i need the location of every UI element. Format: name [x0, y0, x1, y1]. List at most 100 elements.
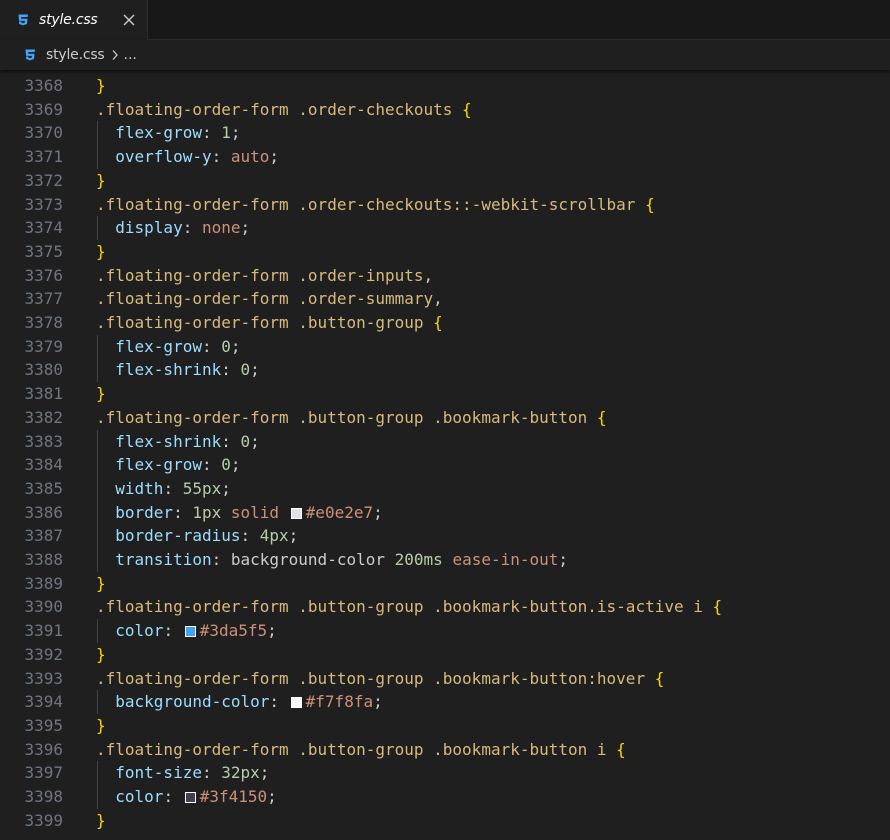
- token-sel: .floating-order-form .button-group: [96, 313, 434, 332]
- code-editor[interactable]: ​ 3368}3369.floating-order-form .order-c…: [0, 70, 890, 840]
- code-line[interactable]: 3386 border: 1px solid #e0e2e7;: [0, 500, 890, 525]
- code-line[interactable]: 3385 width: 55px;: [0, 476, 890, 501]
- code-line[interactable]: 3382 .floating-order-form .button-group .…: [0, 406, 890, 430]
- code-line[interactable]: 3398 color: #3f4150;: [0, 785, 890, 809]
- color-swatch[interactable]: [184, 626, 196, 638]
- code-line[interactable]: 3390 .floating-order-form .button-group .…: [0, 595, 890, 619]
- indent-guide: [97, 121, 98, 146]
- token-num: 0: [221, 455, 231, 475]
- token-punc: :: [163, 787, 183, 806]
- code-line[interactable]: 3378 .floating-order-form .button-group {: [0, 311, 890, 335]
- code-line[interactable]: 3379 flex-grow: 0;: [0, 334, 890, 359]
- code-line[interactable]: 3381}: [0, 382, 890, 406]
- line-number: 3390: [24, 597, 63, 617]
- token-punc: ,: [433, 289, 443, 309]
- token-punc: :: [269, 692, 289, 712]
- code-line[interactable]: 3370 flex-grow: 1;: [0, 121, 890, 146]
- code-line[interactable]: 3371 overflow-y: auto;: [0, 145, 890, 170]
- color-swatch[interactable]: [184, 792, 196, 803]
- token-prop: background-color: [115, 692, 270, 712]
- breadcrumb-file[interactable]: style.css: [46, 47, 105, 63]
- code-text: font-size: 32px;: [96, 761, 269, 785]
- code-line[interactable]: 3380 flex-shrink: 0;: [0, 358, 890, 383]
- code-line[interactable]: 3387 border-radius: 4px;: [0, 524, 890, 549]
- code-line[interactable]: 3377 .floating-order-form .order-summary,: [0, 287, 890, 311]
- code-line[interactable]: 3389}: [0, 572, 890, 596]
- code-line[interactable]: 3395}: [0, 714, 890, 738]
- code-line[interactable]: 3397 font-size: 32px;: [0, 761, 890, 786]
- code-text: }: [96, 572, 106, 596]
- code-line[interactable]: 3372}: [0, 169, 890, 193]
- token-punc: :: [163, 478, 183, 498]
- line-number: 3394: [24, 692, 63, 712]
- code-line[interactable]: 3375}: [0, 240, 890, 264]
- color-swatch[interactable]: [290, 697, 302, 709]
- token-punc: :: [240, 526, 260, 546]
- code-line[interactable]: 3396 .floating-order-form .button-group .…: [0, 738, 890, 762]
- indent-guide: [97, 358, 98, 383]
- token-punc: ;: [250, 360, 260, 380]
- code-text: flex-grow: 1;: [96, 121, 240, 145]
- token-prop: font-size: [115, 763, 202, 783]
- token-punc: :: [221, 360, 241, 380]
- editor-tab-bar: style.css: [0, 0, 890, 40]
- breadcrumb: style.css ...: [0, 40, 890, 70]
- code-line[interactable]: 3383 flex-shrink: 0;: [0, 429, 890, 454]
- line-number: 3398: [24, 787, 63, 806]
- token-punc: [221, 503, 231, 522]
- token-punc: ;: [558, 550, 569, 569]
- line-number: 3373: [24, 194, 63, 214]
- token-brace: }: [96, 170, 106, 190]
- token-punc: :: [201, 123, 222, 143]
- code-line[interactable]: 3369 .floating-order-form .order-checkout…: [0, 98, 890, 122]
- code-line[interactable]: 3388 transition: background-color 200ms …: [0, 548, 890, 572]
- token-num: 55px: [182, 478, 222, 498]
- close-icon[interactable]: [118, 9, 140, 31]
- line-number: 3374: [24, 218, 63, 238]
- line-number: 3372: [24, 170, 63, 190]
- breadcrumb-symbols[interactable]: ...: [124, 47, 137, 63]
- code-line[interactable]: 3399}: [0, 809, 890, 833]
- token-punc: :: [221, 431, 241, 451]
- code-line[interactable]: 3368}: [0, 74, 890, 98]
- line-number: 3375: [24, 241, 63, 261]
- token-sel: .floating-order-form .button-group .book…: [96, 597, 713, 617]
- token-punc: ;: [288, 526, 299, 546]
- code-line[interactable]: 3394 background-color: #f7f8fa;: [0, 690, 890, 715]
- code-text: }: [96, 74, 106, 98]
- token-punc: ;: [267, 787, 277, 806]
- line-number: 3376: [24, 265, 63, 285]
- code-line[interactable]: 3393 .floating-order-form .button-group .…: [0, 667, 890, 691]
- code-line[interactable]: 3376 .floating-order-form .order-inputs,: [0, 264, 890, 288]
- line-number: 3377: [24, 289, 63, 309]
- code-text: }: [96, 240, 106, 264]
- token-brace: {: [462, 99, 472, 119]
- code-line[interactable]: 3392}: [0, 643, 890, 667]
- indent-guide: [97, 476, 98, 501]
- color-swatch[interactable]: [290, 507, 302, 519]
- token-brace: {: [712, 597, 723, 617]
- token-prop: color: [115, 621, 164, 641]
- code-line[interactable]: 3384 flex-grow: 0;: [0, 453, 890, 478]
- code-text: flex-grow: 0;: [96, 335, 240, 359]
- token-prop: display: [115, 218, 183, 238]
- token-val: #3da5f5: [199, 621, 268, 641]
- code-line[interactable]: 3391 color: #3da5f5;: [0, 619, 890, 644]
- line-number: 3396: [24, 739, 63, 759]
- token-brace: {: [616, 739, 626, 759]
- line-number: 3397: [24, 763, 63, 783]
- tab-style-css[interactable]: style.css: [0, 0, 148, 40]
- token-brace: }: [96, 810, 106, 830]
- token-brace: {: [433, 313, 443, 332]
- code-line[interactable]: 3374 display: none;: [0, 216, 890, 241]
- line-number: 3393: [24, 668, 63, 688]
- token-val: auto: [230, 147, 270, 167]
- code-text: }: [96, 714, 106, 738]
- token-brace: {: [654, 668, 665, 688]
- line-number: 3370: [24, 123, 63, 143]
- code-line[interactable]: 3373 .floating-order-form .order-checkout…: [0, 193, 890, 217]
- code-text: .floating-order-form .order-summary,: [96, 287, 443, 311]
